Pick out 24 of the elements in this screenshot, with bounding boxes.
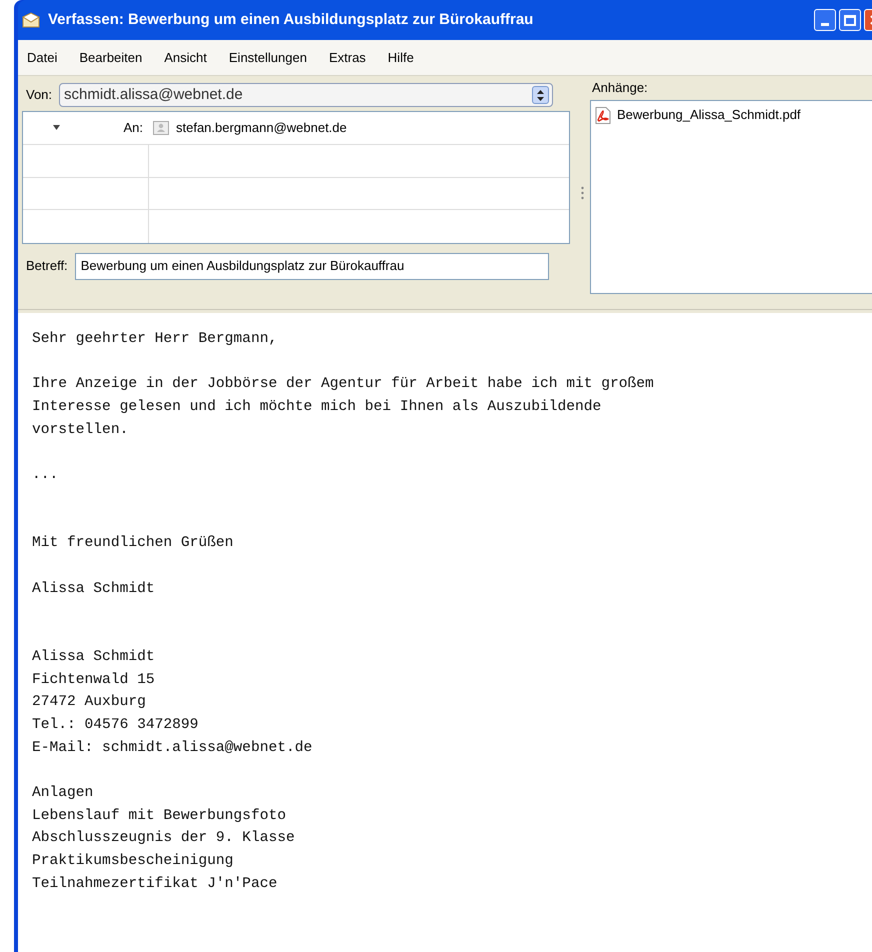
menu-item[interactable]: Bearbeiten [79, 48, 142, 68]
from-dropdown[interactable]: schmidt.alissa@webnet.de [59, 83, 554, 107]
pdf-file-icon [595, 106, 611, 124]
from-label: Von: [26, 86, 52, 104]
window-title: Verfassen: Bewerbung um einen Ausbildungsplatz zur Bürokauffrau [48, 10, 534, 30]
menu-item[interactable]: Einstellungen [228, 48, 307, 68]
splitter-grip-icon[interactable] [580, 186, 584, 200]
subject-field[interactable]: Bewerbung um einen Ausbildungsplatz zur Bürokauffrau [74, 252, 549, 280]
recipient-type[interactable]: An: [123, 118, 149, 138]
message-body[interactable]: Sehr geehrter Herr Bergmann, Ihre Anzeige in der Jobbörse der Agentur für Arbeit habe ich mit großem Interesse gelesen und ich möchte mich bei Ihnen als Auszubildende vorstellen. ... Mit freundlichen Grüßen Alissa Schmidt Alissa Schmidt Fichtenwald 15 27472 Auxburg Tel.: 04576 3472899 E-Mail: schmidt.alissa@webnet.de Anlagen Lebenslauf mit Bewerbungsfoto Abschlusszeugnis der 9. Klasse Praktikumsbescheinigung Teilnahmezertifikat J'n'Pace [18, 313, 872, 952]
attachment-filename[interactable]: Bewerbung_Alissa_Schmidt.pdf [617, 105, 801, 125]
envelope-icon [22, 12, 40, 28]
spinner-arrows-icon [537, 90, 544, 100]
menu-item[interactable]: Ansicht [164, 48, 207, 68]
attachments-label: Anhänge: [592, 79, 649, 97]
menu-item[interactable]: Hilfe [388, 48, 414, 68]
contact-card-icon [153, 120, 169, 135]
maximize-button[interactable] [839, 9, 861, 31]
minimize-button[interactable] [814, 9, 836, 31]
menu-item[interactable]: Extras [328, 48, 366, 68]
menu-item[interactable]: Datei [27, 48, 58, 68]
dropdown-arrow-icon[interactable] [53, 125, 60, 130]
recipient-address[interactable]: stefan.bergmann@webnet.de [176, 118, 347, 138]
subject-label: Betreff: [26, 257, 68, 276]
